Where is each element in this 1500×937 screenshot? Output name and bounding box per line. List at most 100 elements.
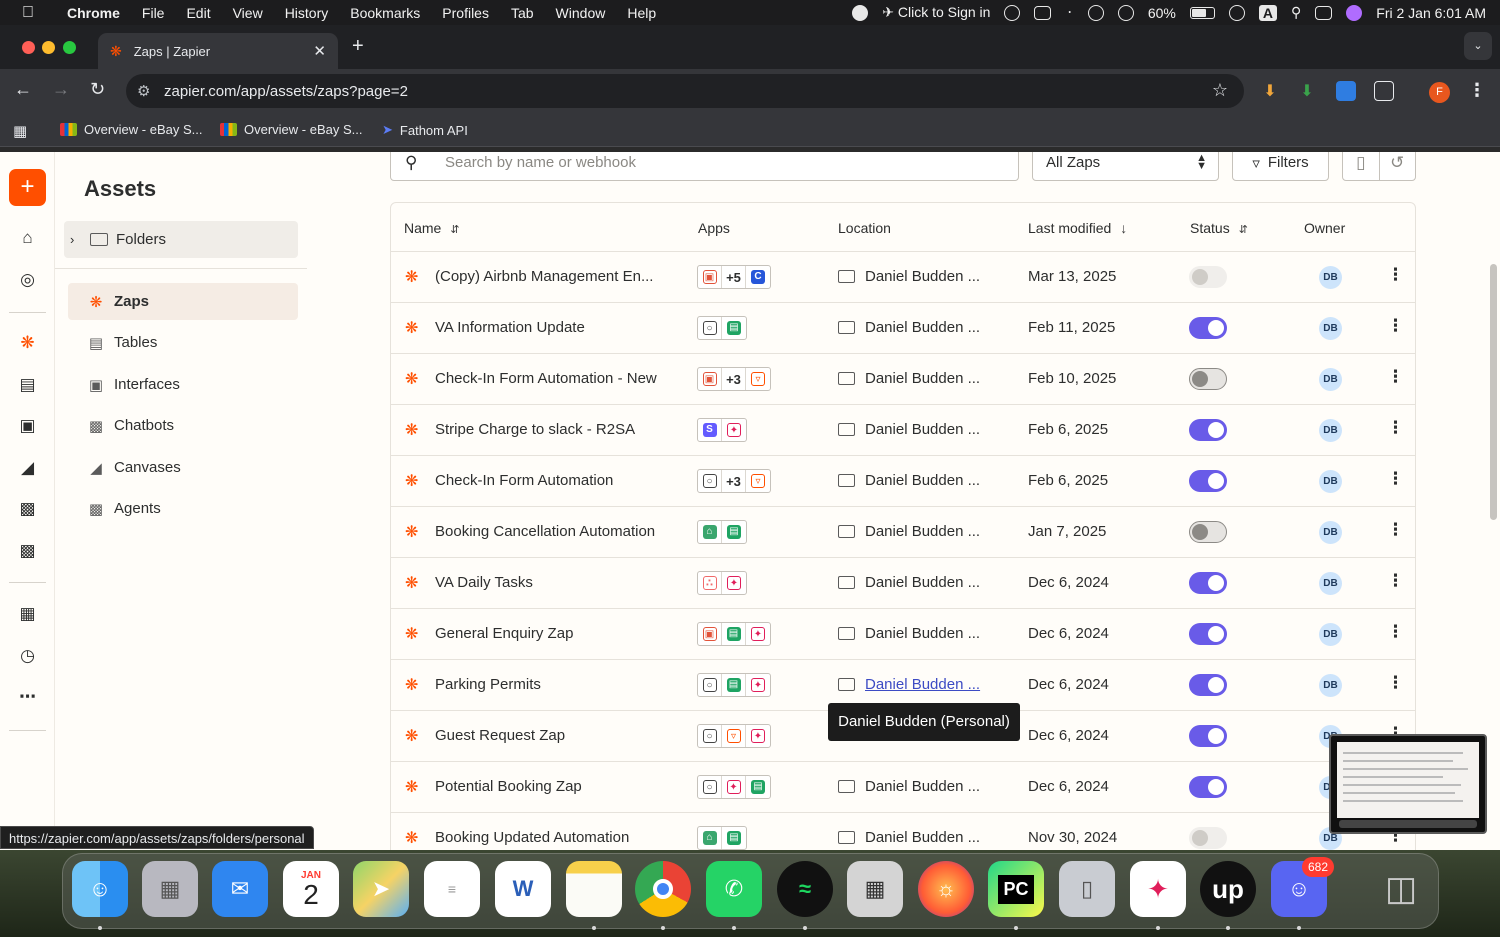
interfaces-rail-icon[interactable]: ▣ [18, 416, 37, 435]
history-clock-icon[interactable]: ◷ [18, 646, 37, 665]
table-row[interactable]: ❋ (Copy) Airbnb Management En... ▣ +5 C Da… [391, 252, 1415, 303]
search-input[interactable]: ⚲ Search by name or webhook [390, 152, 1019, 181]
table-row[interactable]: ❋ VA Daily Tasks ∴ ✦ Daniel Budden ... De… [391, 558, 1415, 609]
maximize-window-button[interactable] [63, 41, 76, 54]
table-row[interactable]: ❋ Booking Cancellation Automation ⌂ ▤ Dan… [391, 507, 1415, 558]
pycharm-icon[interactable]: PC [988, 861, 1044, 917]
owner-avatar[interactable]: DB [1319, 572, 1342, 595]
apps-cell[interactable]: ⌂ ▤ [697, 520, 747, 544]
apps-cell[interactable]: ▣ +3 ▿ [697, 367, 771, 391]
reset-view-icon[interactable]: ↺ [1380, 152, 1416, 180]
page-scrollbar[interactable] [1490, 264, 1497, 520]
close-tab-icon[interactable]: ✕ [313, 42, 326, 60]
agents-rail-icon[interactable]: ▩ [18, 541, 37, 560]
address-bar[interactable]: ⚙ zapier.com/app/assets/zaps?page=2 ☆ [126, 74, 1244, 108]
close-window-button[interactable] [22, 41, 35, 54]
status-toggle[interactable] [1189, 266, 1227, 288]
status-toggle[interactable] [1189, 623, 1227, 645]
siri-icon[interactable] [1346, 4, 1363, 21]
browser-tab[interactable]: ❋ Zaps | Zapier ✕ [98, 33, 338, 69]
apps-cell[interactable]: ○ +3 ▿ [697, 469, 771, 493]
zap-name[interactable]: Booking Updated Automation [435, 829, 675, 846]
apps-cell[interactable]: ▣ +5 C [697, 265, 771, 289]
apps-cell[interactable]: ○ ✦ ▤ [697, 775, 771, 799]
notes-icon[interactable] [566, 861, 622, 917]
profile-avatar[interactable]: F [1429, 82, 1450, 103]
menu-file[interactable]: File [131, 5, 176, 21]
row-menu-icon[interactable]: ⋮ [1387, 622, 1404, 642]
sign-in-status[interactable]: ✈ Click to Sign in [882, 4, 990, 21]
status-toggle[interactable] [1189, 470, 1227, 492]
back-arrow-icon[interactable]: ← [14, 79, 32, 100]
zap-name[interactable]: Guest Request Zap [435, 727, 675, 744]
zap-name[interactable]: Check-In Form Automation [435, 472, 675, 489]
zap-name[interactable]: General Enquiry Zap [435, 625, 675, 642]
filters-button[interactable]: ▿ Filters [1232, 152, 1329, 181]
bookmark-fathom[interactable]: ➤ Fathom API [382, 122, 468, 138]
tab-search-button[interactable]: ⌄ [1464, 32, 1492, 60]
calculator-icon[interactable]: ▦ [847, 861, 903, 917]
status-toggle[interactable] [1189, 725, 1227, 747]
apps-cell[interactable]: ⌂ ▤ [697, 826, 747, 850]
owner-avatar[interactable]: DB [1319, 521, 1342, 544]
firefox-icon[interactable]: ☼ [918, 861, 974, 917]
table-row[interactable]: ❋ General Enquiry Zap ▣ ▤ ✦ Daniel Budden … [391, 609, 1415, 660]
status-toggle[interactable] [1189, 521, 1227, 543]
forward-arrow-icon[interactable]: → [52, 79, 70, 100]
nav-interfaces[interactable]: ▣ Interfaces [68, 366, 298, 403]
site-settings-icon[interactable]: ⚙ [137, 82, 150, 100]
menu-kebab-icon[interactable]: ⋮ [1467, 81, 1487, 101]
launchpad-icon[interactable]: ▦ [142, 861, 198, 917]
owner-avatar[interactable]: DB [1319, 317, 1342, 340]
zap-name[interactable]: Booking Cancellation Automation [435, 523, 675, 540]
row-menu-icon[interactable]: ⋮ [1387, 367, 1404, 387]
menu-edit[interactable]: Edit [175, 5, 221, 21]
menu-tab[interactable]: Tab [500, 5, 545, 21]
apps-cell[interactable]: ○ ▿ ✦ [697, 724, 771, 748]
location-link[interactable]: Daniel Budden ... [838, 472, 980, 489]
minimize-window-button[interactable] [42, 41, 55, 54]
location-link[interactable]: Daniel Budden ... [838, 523, 980, 540]
folders-toggle[interactable]: › Folders [64, 221, 298, 258]
menu-history[interactable]: History [274, 5, 340, 21]
status-toggle[interactable] [1189, 419, 1227, 441]
table-row[interactable]: ❋ Potential Booking Zap ○ ✦ ▤ Daniel Budde… [391, 762, 1415, 813]
zap-name[interactable]: Parking Permits [435, 676, 675, 693]
canvases-rail-icon[interactable]: ◢ [18, 458, 37, 477]
zap-name[interactable]: VA Information Update [435, 319, 675, 336]
status-toggle[interactable] [1189, 572, 1227, 594]
location-link[interactable]: Daniel Budden ... [838, 625, 980, 642]
menu-app-name[interactable]: Chrome [56, 5, 131, 21]
owner-avatar[interactable]: DB [1319, 623, 1342, 646]
chatbots-rail-icon[interactable]: ▩ [18, 499, 37, 518]
upwork-tray-icon[interactable] [1004, 4, 1021, 21]
zap-name[interactable]: Stripe Charge to slack - R2SA [435, 421, 675, 438]
apps-cell[interactable]: ○ ▤ [697, 316, 747, 340]
zap-filter-select[interactable]: All Zaps ▲ ▼ [1032, 152, 1219, 181]
apps-cell[interactable]: ○ ▤ ✦ [697, 673, 771, 697]
menu-bookmarks[interactable]: Bookmarks [339, 5, 431, 21]
location-link[interactable]: Daniel Budden ... [838, 829, 980, 846]
table-row[interactable]: ❋ Stripe Charge to slack - R2SA S ✦ Danie… [391, 405, 1415, 456]
finder-icon[interactable]: ☺ [72, 861, 128, 917]
owner-avatar[interactable]: DB [1319, 368, 1342, 391]
menu-profiles[interactable]: Profiles [431, 5, 500, 21]
mail-icon[interactable]: ✉ [212, 861, 268, 917]
bookmark-star-icon[interactable]: ☆ [1212, 80, 1228, 101]
clock[interactable]: Fri 2 Jan 6:01 AM [1376, 5, 1486, 21]
reload-icon[interactable]: ↻ [90, 79, 105, 100]
header-status[interactable]: Status ⇵ [1190, 220, 1248, 236]
row-menu-icon[interactable]: ⋮ [1387, 265, 1404, 285]
zap-name[interactable]: VA Daily Tasks [435, 574, 675, 591]
zaps-bolt-icon[interactable]: ❋ [18, 333, 37, 352]
upwork-icon[interactable]: up [1200, 861, 1256, 917]
spotlight-icon[interactable]: ⚲ [1291, 4, 1301, 21]
location-link[interactable]: Daniel Budden ... [838, 778, 980, 795]
green-extension-icon[interactable]: ⬇ [1297, 81, 1317, 101]
status-toggle[interactable] [1189, 674, 1227, 696]
apps-grid-icon[interactable]: ▦ [13, 122, 27, 140]
play-icon[interactable] [1117, 4, 1134, 21]
row-menu-icon[interactable]: ⋮ [1387, 316, 1404, 336]
screenshot-thumbnail[interactable] [1329, 734, 1487, 834]
slack-icon[interactable]: ✦ [1130, 861, 1186, 917]
